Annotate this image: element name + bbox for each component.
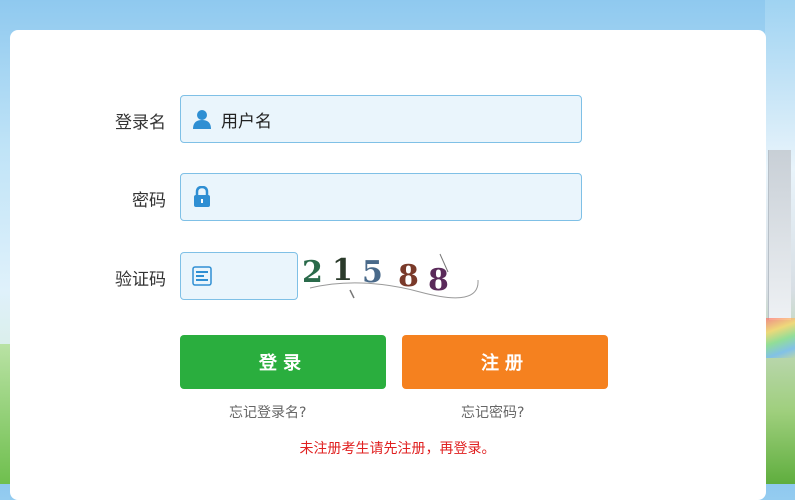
password-label: 密码 <box>132 191 166 211</box>
captcha-input[interactable] <box>180 252 298 300</box>
forgot-username-link[interactable]: 忘记登录名? <box>229 402 306 422</box>
login-button[interactable]: 登录 <box>180 335 386 389</box>
username-input[interactable]: 用户名 <box>180 95 582 143</box>
captcha-image[interactable]: 2 1 5 8 8 <box>300 250 480 300</box>
lock-icon <box>191 186 213 208</box>
register-button[interactable]: 注册 <box>402 335 608 389</box>
background-rainbow <box>765 318 795 358</box>
register-notice: 未注册考生请先注册，再登录。 <box>299 441 496 457</box>
password-input[interactable] <box>180 173 582 221</box>
captcha-label: 验证码 <box>115 270 166 290</box>
captcha-char: 8 <box>428 263 449 298</box>
background-building <box>768 150 791 320</box>
user-icon <box>191 108 213 130</box>
captcha-icon <box>191 265 213 287</box>
username-value: 用户名 <box>221 111 272 132</box>
forgot-password-link[interactable]: 忘记密码? <box>461 402 524 422</box>
username-label: 登录名 <box>115 113 166 133</box>
captcha-char: 2 <box>302 255 323 290</box>
